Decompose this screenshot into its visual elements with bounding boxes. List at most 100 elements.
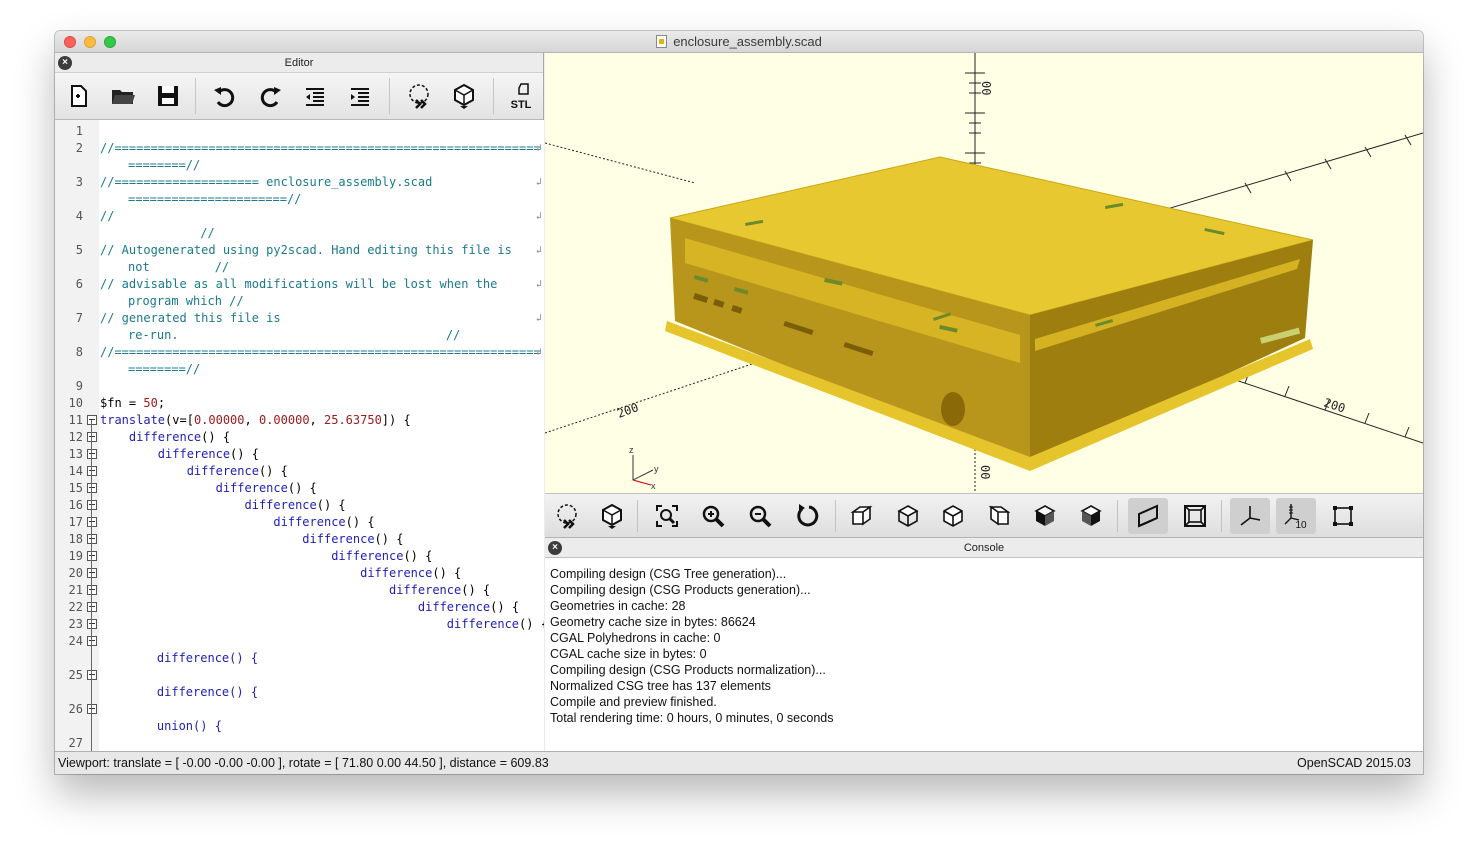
close-editor-icon[interactable]: × <box>58 56 72 70</box>
open-file-button[interactable] <box>105 79 141 113</box>
console-line: Compiling design (CSG Products generatio… <box>550 583 811 597</box>
export-stl-button[interactable]: STL <box>503 79 539 113</box>
code-text: difference() { <box>331 549 433 563</box>
view-front-icon <box>1034 505 1056 526</box>
code-text-wrapped: // <box>128 226 215 240</box>
fold-toggle-icon[interactable] <box>87 568 97 578</box>
axes-indicator: z y x <box>629 445 659 491</box>
line-number: 2 <box>75 141 83 155</box>
fold-toggle-icon[interactable] <box>87 636 97 646</box>
line-number: 12 <box>68 430 83 444</box>
fold-guide-line <box>91 420 92 751</box>
view-bottom-button[interactable] <box>933 498 973 534</box>
view-top-button[interactable] <box>888 498 928 534</box>
render-button[interactable] <box>446 79 482 113</box>
zoom-in-button[interactable] <box>693 498 733 534</box>
wrap-marker-icon: ↲ <box>535 143 542 154</box>
code-text: difference() { <box>273 515 375 529</box>
editor-toolbar: STL <box>55 73 543 120</box>
view-back-icon <box>1080 505 1102 526</box>
line-number: 10 <box>68 396 83 410</box>
view-all-button[interactable] <box>647 498 687 534</box>
render-button[interactable] <box>592 498 632 534</box>
view-front-button[interactable] <box>1025 498 1065 534</box>
fold-toggle-icon[interactable] <box>87 704 97 714</box>
view-left-icon <box>988 505 1011 526</box>
line-number: 6 <box>75 277 83 291</box>
show-edges-button[interactable] <box>1323 498 1363 534</box>
code-editor[interactable]: 1 2 //====================================… <box>55 120 544 751</box>
fold-toggle-icon[interactable] <box>87 670 97 680</box>
x-axis-negative-label: 200 <box>615 400 640 421</box>
fold-toggle-icon[interactable] <box>87 585 97 595</box>
view-left-button[interactable] <box>979 498 1019 534</box>
fold-toggle-icon[interactable] <box>87 449 97 459</box>
fold-toggle-icon[interactable] <box>87 602 97 612</box>
fold-toggle-icon[interactable] <box>87 415 97 425</box>
code-text-wrapped: difference() { <box>128 651 259 665</box>
line-number: 14 <box>68 464 83 478</box>
code-text-wrapped: union() { <box>128 719 222 733</box>
code-text: difference() { <box>388 583 491 597</box>
export-stl-icon: STL <box>511 83 532 110</box>
fold-toggle-icon[interactable] <box>87 466 97 476</box>
reset-view-button[interactable] <box>787 498 827 534</box>
line-number: 16 <box>68 498 83 512</box>
indent-button[interactable] <box>342 79 378 113</box>
save-button[interactable] <box>150 79 186 113</box>
orthogonal-button[interactable] <box>1175 498 1215 534</box>
title-bar: enclosure_assembly.scad <box>55 31 1423 53</box>
open-file-icon <box>112 90 135 104</box>
perspective-button[interactable] <box>1128 498 1168 534</box>
fold-toggle-icon[interactable] <box>87 483 97 493</box>
code-text: //======================================… <box>100 141 541 155</box>
3d-viewport[interactable]: 00 00 200 200 200 <box>545 53 1423 493</box>
fold-toggle-icon[interactable] <box>87 551 97 561</box>
fold-toggle-icon[interactable] <box>87 619 97 629</box>
code-text: //==================== enclosure_assembl… <box>100 175 433 189</box>
fold-toggle-icon[interactable] <box>87 517 97 527</box>
code-text-wrapped: ========// <box>128 362 201 376</box>
wrap-marker-icon: ↲ <box>535 245 542 256</box>
code-text: difference() { <box>446 617 544 631</box>
show-axes-button[interactable] <box>1230 498 1270 534</box>
fold-toggle-icon[interactable] <box>87 432 97 442</box>
show-scale-button[interactable]: 10 <box>1276 498 1316 534</box>
console-header: × Console <box>545 538 1423 558</box>
undo-button[interactable] <box>207 79 243 113</box>
line-number: 21 <box>68 583 83 597</box>
close-console-icon[interactable]: × <box>548 541 562 555</box>
wrap-marker-icon: ↲ <box>535 347 542 358</box>
code-text: difference() { <box>360 566 462 580</box>
zoom-out-icon <box>749 505 772 528</box>
zoom-out-button[interactable] <box>740 498 780 534</box>
axis-indicator-y: y <box>654 464 659 474</box>
preview-button[interactable] <box>401 79 437 113</box>
preview-button[interactable] <box>547 498 587 534</box>
code-text: difference() { <box>215 481 317 495</box>
new-file-button[interactable] <box>60 79 96 113</box>
code-text: difference() { <box>157 447 259 461</box>
code-text: difference() { <box>244 498 346 512</box>
show-axes-icon <box>1240 506 1261 526</box>
reset-view-icon <box>797 504 819 527</box>
svg-text:STL: STL <box>511 99 532 110</box>
z-axis-label: 00 <box>979 81 993 95</box>
console-output[interactable]: Compiling design (CSG Tree generation)..… <box>550 566 833 726</box>
unindent-button[interactable] <box>297 79 333 113</box>
console-line: CGAL Polyhedrons in cache: 0 <box>550 631 721 645</box>
wrap-marker-icon: ↲ <box>535 313 542 324</box>
code-text-wrapped: ======================// <box>128 192 302 206</box>
view-back-button[interactable] <box>1071 498 1111 534</box>
show-scale-icon: 10 <box>1284 504 1307 530</box>
view-all-icon <box>656 505 678 527</box>
redo-button[interactable] <box>252 79 288 113</box>
code-text: difference() { <box>417 600 520 614</box>
fold-toggle-icon[interactable] <box>87 534 97 544</box>
code-text: difference() { <box>128 430 231 444</box>
view-right-button[interactable] <box>842 498 882 534</box>
fold-toggle-icon[interactable] <box>87 500 97 510</box>
console-line: Total rendering time: 0 hours, 0 minutes… <box>550 711 834 725</box>
axis-indicator-z: z <box>629 445 634 455</box>
line-number: 3 <box>75 175 83 189</box>
